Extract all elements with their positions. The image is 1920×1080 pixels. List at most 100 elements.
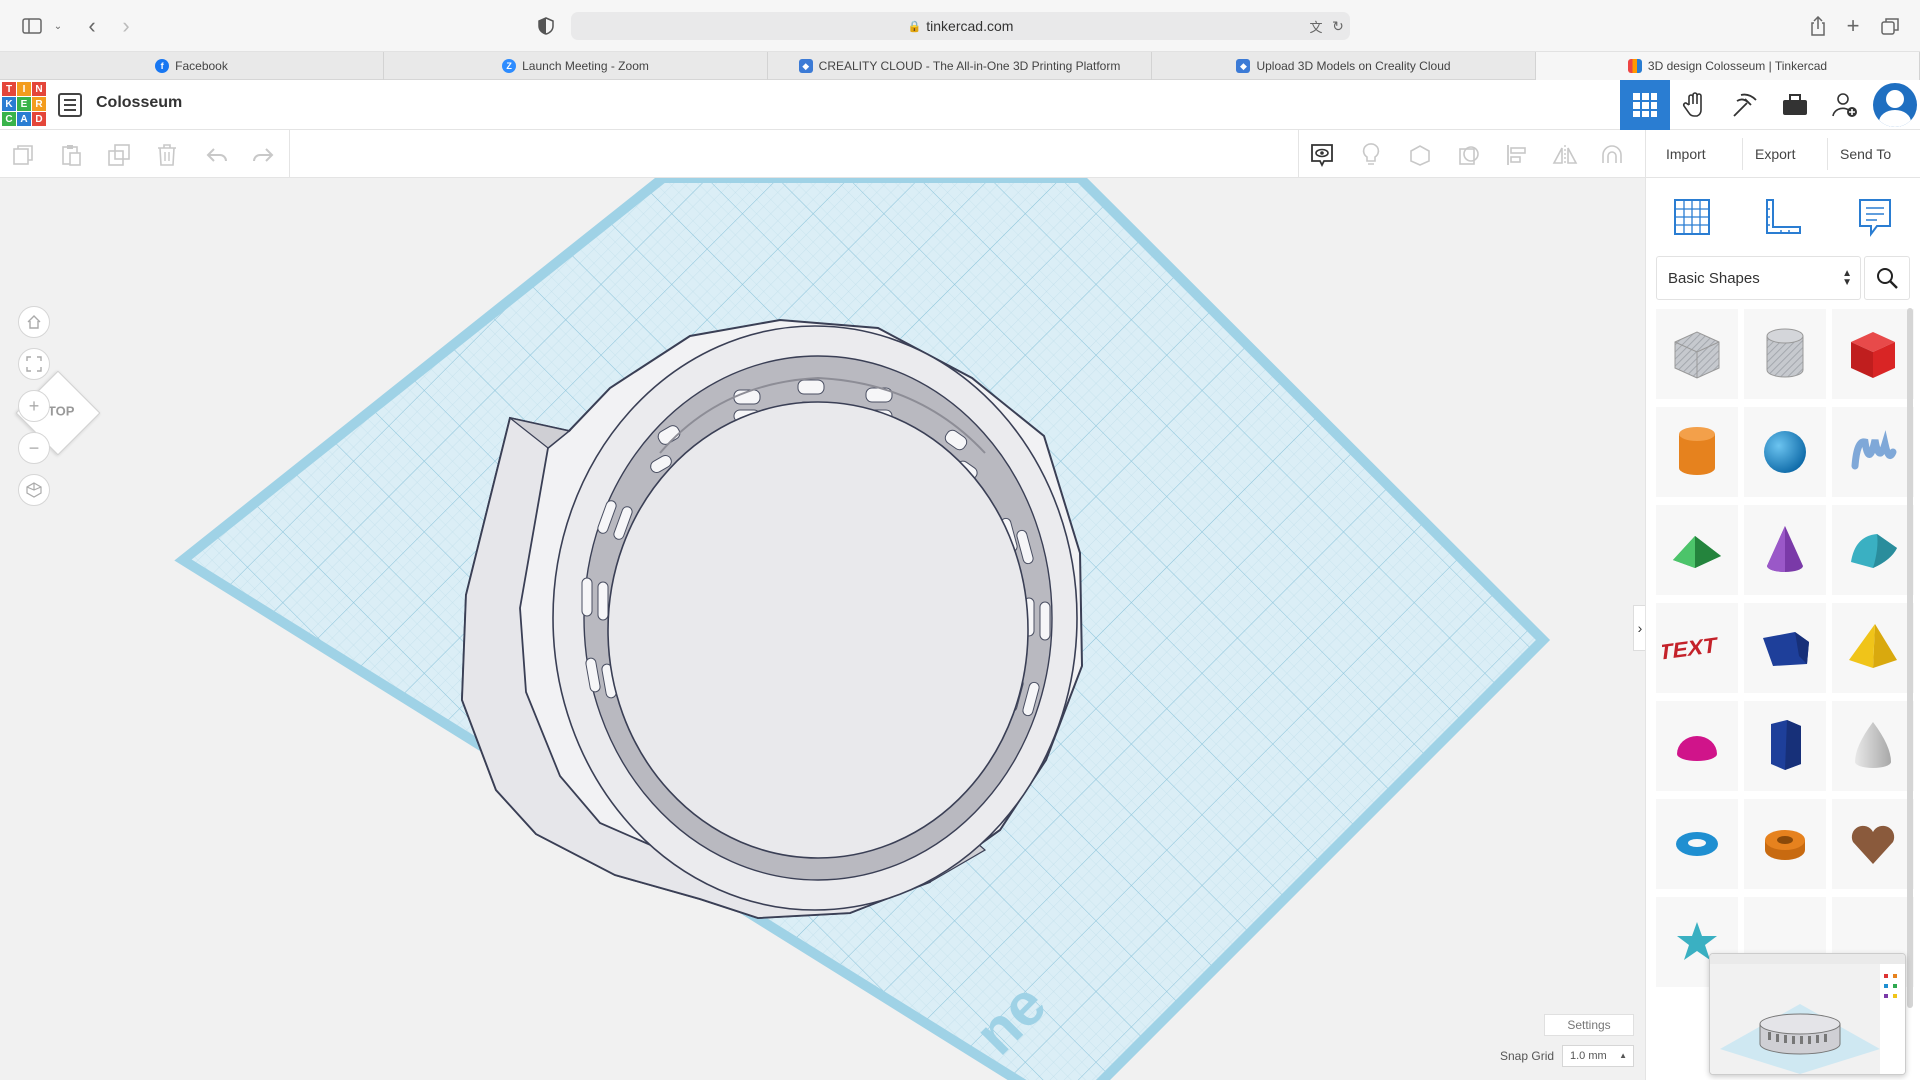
- shape-hole-icon[interactable]: [1456, 142, 1482, 168]
- 3d-view-button[interactable]: [1620, 80, 1670, 130]
- tab-creality-cloud[interactable]: ◆ CREALITY CLOUD - The All-in-One 3D Pri…: [768, 52, 1152, 80]
- chevron-down-icon[interactable]: ⌄: [46, 14, 70, 38]
- shape-solid-icon[interactable]: [1407, 142, 1433, 168]
- notes-tool[interactable]: [1851, 193, 1899, 241]
- lightbulb-icon[interactable]: [1358, 142, 1384, 168]
- torus-icon: [1676, 832, 1718, 856]
- lock-icon: 🔒: [907, 20, 922, 33]
- align-icon[interactable]: [1504, 142, 1530, 168]
- ruler-tool[interactable]: [1759, 193, 1807, 241]
- pyramid-icon: [1849, 624, 1897, 668]
- mirror-icon[interactable]: [1552, 142, 1578, 168]
- creality-icon: ◆: [1236, 59, 1251, 73]
- notes-visibility-icon[interactable]: [1309, 142, 1335, 168]
- design-list-icon[interactable]: [58, 93, 82, 117]
- forward-icon[interactable]: ›: [114, 13, 138, 38]
- shape-pyramid[interactable]: [1832, 603, 1914, 693]
- address-bar[interactable]: 🔒 tinkercad.com: [571, 12, 1350, 40]
- header-actions: [1620, 80, 1920, 130]
- tab-facebook[interactable]: f Facebook: [0, 52, 384, 80]
- shape-wedge[interactable]: [1744, 603, 1826, 693]
- workplane-viewport[interactable]: ne TOP + − ›: [0, 178, 1645, 1080]
- shape-round-roof[interactable]: [1832, 505, 1914, 595]
- logo-letter: R: [32, 97, 46, 111]
- screenshot-thumbnail[interactable]: [1709, 953, 1906, 1075]
- back-icon[interactable]: ‹: [80, 13, 104, 38]
- shape-sphere[interactable]: [1744, 407, 1826, 497]
- shape-polygon[interactable]: [1744, 701, 1826, 791]
- cruise-icon[interactable]: [1599, 142, 1625, 168]
- blocks-button[interactable]: [1670, 80, 1720, 130]
- shape-box-hole[interactable]: [1656, 309, 1738, 399]
- tab-label: Facebook: [175, 59, 228, 73]
- pickaxe-icon: [1733, 93, 1757, 117]
- reload-icon[interactable]: ↻: [1326, 14, 1350, 38]
- snap-grid-select[interactable]: 1.0 mm ▲: [1562, 1045, 1634, 1067]
- avatar: [1873, 83, 1917, 127]
- export-button[interactable]: Export: [1742, 138, 1807, 170]
- settings-button[interactable]: Settings: [1544, 1014, 1634, 1036]
- invite-user-button[interactable]: [1820, 80, 1870, 130]
- app-header: T I N K E R C A D Colosseum: [0, 80, 1920, 130]
- duplicate-icon[interactable]: [106, 142, 132, 168]
- perspective-button[interactable]: [18, 474, 50, 506]
- copy-icon[interactable]: [10, 142, 36, 168]
- grid-icon: [1673, 199, 1710, 235]
- logo-letter: C: [2, 112, 16, 126]
- cone-icon: [1767, 526, 1803, 572]
- collapse-panel-button[interactable]: ›: [1633, 605, 1645, 651]
- shape-cone[interactable]: [1744, 505, 1826, 595]
- fit-view-button[interactable]: [18, 348, 50, 380]
- lessons-button[interactable]: [1770, 80, 1820, 130]
- shape-paraboloid[interactable]: [1832, 701, 1914, 791]
- snap-grid-label: Snap Grid: [1500, 1049, 1555, 1063]
- shape-half-sphere[interactable]: [1656, 701, 1738, 791]
- shape-category-select[interactable]: Basic Shapes ▲ ▼: [1656, 256, 1861, 300]
- delete-icon[interactable]: [154, 142, 180, 168]
- import-button[interactable]: Import: [1654, 138, 1718, 170]
- paste-icon[interactable]: [58, 142, 84, 168]
- new-tab-icon[interactable]: +: [1841, 13, 1865, 38]
- caret-up-icon: ▲: [1619, 1051, 1627, 1060]
- privacy-shield-icon[interactable]: [534, 14, 558, 38]
- panel-tabs: [1646, 178, 1920, 256]
- add-user-icon: [1832, 93, 1857, 117]
- redo-icon[interactable]: [250, 142, 276, 168]
- shape-heart[interactable]: [1832, 799, 1914, 889]
- tab-overview-icon[interactable]: [1878, 14, 1902, 38]
- zoom-in-button[interactable]: +: [18, 390, 50, 422]
- tab-zoom[interactable]: Z Launch Meeting - Zoom: [384, 52, 768, 80]
- shape-cylinder-hole[interactable]: [1744, 309, 1826, 399]
- workplane-grid[interactable]: ne: [0, 178, 1645, 1080]
- share-icon[interactable]: [1806, 14, 1830, 38]
- shape-search-button[interactable]: [1864, 256, 1910, 300]
- shape-text[interactable]: TEXT: [1656, 603, 1738, 693]
- workplane-tool[interactable]: [1668, 193, 1716, 241]
- logo-letter: T: [2, 82, 16, 96]
- sidebar-toggle-icon[interactable]: [20, 14, 44, 38]
- shape-tube[interactable]: [1744, 799, 1826, 889]
- circuits-button[interactable]: [1720, 80, 1770, 130]
- undo-icon[interactable]: [204, 142, 230, 168]
- send-to-button[interactable]: Send To: [1827, 138, 1903, 170]
- logo-letter: D: [32, 112, 46, 126]
- snap-grid-value: 1.0 mm: [1570, 1050, 1607, 1062]
- shape-cylinder[interactable]: [1656, 407, 1738, 497]
- profile-button[interactable]: [1870, 80, 1920, 130]
- design-title[interactable]: Colosseum: [96, 94, 182, 112]
- shape-torus[interactable]: [1656, 799, 1738, 889]
- shape-roof[interactable]: [1656, 505, 1738, 595]
- toolbar-divider: [1298, 130, 1299, 178]
- briefcase-icon: [1783, 94, 1807, 115]
- zoom-out-button[interactable]: −: [18, 432, 50, 464]
- tinkercad-logo[interactable]: T I N K E R C A D: [2, 82, 46, 126]
- search-icon: [1877, 268, 1898, 289]
- tab-creality-upload[interactable]: ◆ Upload 3D Models on Creality Cloud: [1152, 52, 1536, 80]
- tab-tinkercad[interactable]: 3D design Colosseum | Tinkercad: [1536, 52, 1920, 80]
- panel-scrollbar[interactable]: [1907, 308, 1913, 1008]
- shape-scribble[interactable]: [1832, 407, 1914, 497]
- grid-view-icon: [1633, 93, 1657, 117]
- home-view-button[interactable]: [18, 306, 50, 338]
- shape-box[interactable]: [1832, 309, 1914, 399]
- translate-icon[interactable]: 文: [1304, 14, 1328, 38]
